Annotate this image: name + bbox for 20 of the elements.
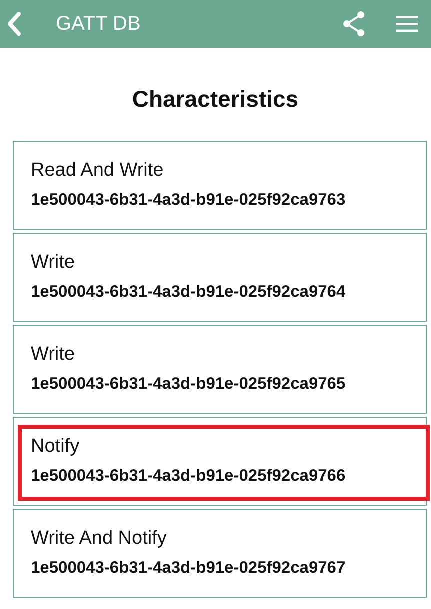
characteristic-uuid: 1e500043-6b31-4a3d-b91e-025f92ca9764 (31, 283, 347, 302)
characteristic-name: Notify (31, 436, 81, 458)
characteristic-card[interactable]: Write And Notify 1e500043-6b31-4a3d-b91e-025f92ca9767 (13, 509, 427, 598)
characteristic-name: Write (31, 252, 76, 274)
menu-icon[interactable] (396, 16, 418, 32)
characteristic-card[interactable]: Notify 1e500043-6b31-4a3d-b91e-025f92ca9766 (13, 417, 427, 506)
characteristic-name: Write (31, 344, 76, 366)
characteristic-uuid: 1e500043-6b31-4a3d-b91e-025f92ca9763 (31, 191, 347, 210)
characteristic-name: Write And Notify (31, 528, 168, 550)
characteristic-name: Read And Write (31, 160, 165, 182)
characteristic-uuid: 1e500043-6b31-4a3d-b91e-025f92ca9766 (31, 467, 347, 486)
characteristic-card[interactable]: Read And Write 1e500043-6b31-4a3d-b91e-025f92ca9763 (13, 141, 427, 230)
section-heading: Characteristics (131, 86, 300, 113)
back-icon[interactable] (6, 11, 22, 37)
characteristic-uuid: 1e500043-6b31-4a3d-b91e-025f92ca9765 (31, 375, 347, 394)
characteristic-card[interactable]: Write 1e500043-6b31-4a3d-b91e-025f92ca9764 (13, 233, 427, 322)
screen-title: GATT DB (56, 12, 142, 36)
characteristic-uuid: 1e500043-6b31-4a3d-b91e-025f92ca9767 (31, 559, 347, 578)
characteristic-card[interactable]: Write 1e500043-6b31-4a3d-b91e-025f92ca9765 (13, 325, 427, 414)
share-icon[interactable] (342, 11, 366, 37)
